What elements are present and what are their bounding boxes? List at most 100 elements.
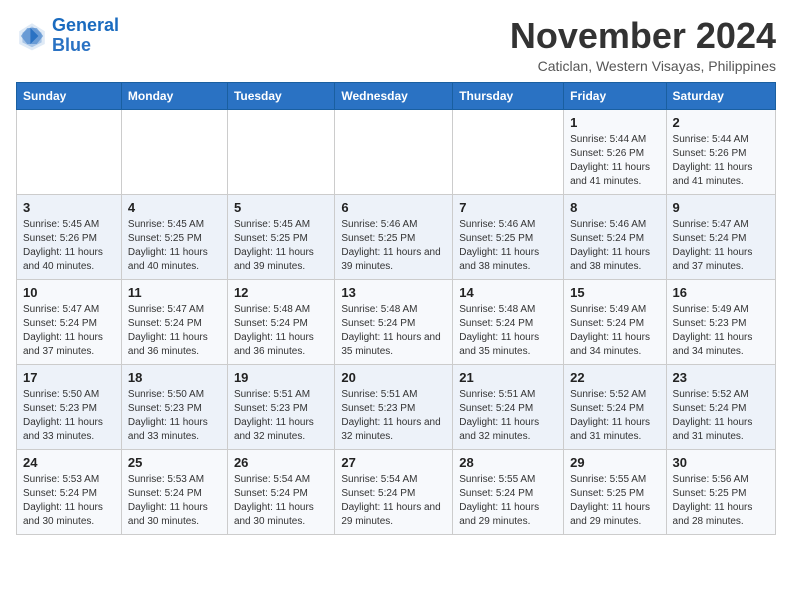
weekday-header-cell: Monday <box>121 82 227 109</box>
day-info: Sunrise: 5:50 AM Sunset: 5:23 PM Dayligh… <box>23 388 115 444</box>
day-number: 25 <box>128 455 221 470</box>
calendar-day-cell: 11 Sunrise: 5:47 AM Sunset: 5:24 PM Dayli… <box>121 279 227 364</box>
day-number: 30 <box>673 455 769 470</box>
day-info: Sunrise: 5:47 AM Sunset: 5:24 PM Dayligh… <box>23 303 115 359</box>
calendar-day-cell: 3 Sunrise: 5:45 AM Sunset: 5:26 PM Daylig… <box>17 194 122 279</box>
calendar-day-cell: 27Sunrise: 5:54 AM Sunset: 5:24 PM Dayli… <box>335 449 453 534</box>
day-number: 17 <box>23 370 115 385</box>
calendar-week-row: 24Sunrise: 5:53 AM Sunset: 5:24 PM Dayli… <box>17 449 776 534</box>
logo: General Blue <box>16 16 119 56</box>
page-header: General Blue November 2024 Caticlan, Wes… <box>16 16 776 74</box>
calendar-day-cell: 30 Sunrise: 5:56 AM Sunset: 5:25 PM Dayli… <box>666 449 775 534</box>
title-block: November 2024 Caticlan, Western Visayas,… <box>510 16 776 74</box>
calendar-day-cell: 21 Sunrise: 5:51 AM Sunset: 5:24 PM Dayli… <box>453 364 564 449</box>
day-info: Sunrise: 5:44 AM Sunset: 5:26 PM Dayligh… <box>570 133 659 189</box>
day-info: Sunrise: 5:51 AM Sunset: 5:23 PM Dayligh… <box>341 388 446 444</box>
day-info: Sunrise: 5:49 AM Sunset: 5:24 PM Dayligh… <box>570 303 659 359</box>
calendar-day-cell: 9 Sunrise: 5:47 AM Sunset: 5:24 PM Daylig… <box>666 194 775 279</box>
day-info: Sunrise: 5:47 AM Sunset: 5:24 PM Dayligh… <box>673 218 769 274</box>
calendar-day-cell: 16 Sunrise: 5:49 AM Sunset: 5:23 PM Dayli… <box>666 279 775 364</box>
day-number: 13 <box>341 285 446 300</box>
calendar-day-cell: 12 Sunrise: 5:48 AM Sunset: 5:24 PM Dayli… <box>227 279 334 364</box>
day-info: Sunrise: 5:54 AM Sunset: 5:24 PM Dayligh… <box>234 473 328 529</box>
day-info: Sunrise: 5:44 AM Sunset: 5:26 PM Dayligh… <box>673 133 769 189</box>
calendar-day-cell: 25 Sunrise: 5:53 AM Sunset: 5:24 PM Dayli… <box>121 449 227 534</box>
day-number: 4 <box>128 200 221 215</box>
calendar-day-cell: 14 Sunrise: 5:48 AM Sunset: 5:24 PM Dayli… <box>453 279 564 364</box>
day-number: 15 <box>570 285 659 300</box>
calendar-day-cell: 22 Sunrise: 5:52 AM Sunset: 5:24 PM Dayli… <box>564 364 666 449</box>
day-number: 19 <box>234 370 328 385</box>
calendar-day-cell: 23Sunrise: 5:52 AM Sunset: 5:24 PM Dayli… <box>666 364 775 449</box>
day-number: 27 <box>341 455 446 470</box>
day-number: 16 <box>673 285 769 300</box>
calendar-day-cell: 26 Sunrise: 5:54 AM Sunset: 5:24 PM Dayli… <box>227 449 334 534</box>
calendar-day-cell: 13 Sunrise: 5:48 AM Sunset: 5:24 PM Dayli… <box>335 279 453 364</box>
day-info: Sunrise: 5:46 AM Sunset: 5:25 PM Dayligh… <box>341 218 446 274</box>
calendar-table: SundayMondayTuesdayWednesdayThursdayFrid… <box>16 82 776 535</box>
day-number: 5 <box>234 200 328 215</box>
day-info: Sunrise: 5:49 AM Sunset: 5:23 PM Dayligh… <box>673 303 769 359</box>
calendar-day-cell <box>335 109 453 194</box>
calendar-day-cell: 24Sunrise: 5:53 AM Sunset: 5:24 PM Dayli… <box>17 449 122 534</box>
day-number: 14 <box>459 285 557 300</box>
calendar-day-cell: 15 Sunrise: 5:49 AM Sunset: 5:24 PM Dayli… <box>564 279 666 364</box>
calendar-day-cell <box>227 109 334 194</box>
day-info: Sunrise: 5:52 AM Sunset: 5:24 PM Dayligh… <box>570 388 659 444</box>
day-number: 11 <box>128 285 221 300</box>
day-info: Sunrise: 5:45 AM Sunset: 5:25 PM Dayligh… <box>128 218 221 274</box>
weekday-header-cell: Thursday <box>453 82 564 109</box>
day-info: Sunrise: 5:56 AM Sunset: 5:25 PM Dayligh… <box>673 473 769 529</box>
logo-line1: General <box>52 15 119 35</box>
calendar-day-cell: 10 Sunrise: 5:47 AM Sunset: 5:24 PM Dayli… <box>17 279 122 364</box>
day-number: 10 <box>23 285 115 300</box>
day-number: 21 <box>459 370 557 385</box>
weekday-header-cell: Wednesday <box>335 82 453 109</box>
calendar-body: 1 Sunrise: 5:44 AM Sunset: 5:26 PM Daylig… <box>17 109 776 534</box>
calendar-day-cell: 5Sunrise: 5:45 AM Sunset: 5:25 PM Daylig… <box>227 194 334 279</box>
calendar-day-cell: 18 Sunrise: 5:50 AM Sunset: 5:23 PM Dayli… <box>121 364 227 449</box>
day-number: 20 <box>341 370 446 385</box>
day-info: Sunrise: 5:45 AM Sunset: 5:26 PM Dayligh… <box>23 218 115 274</box>
calendar-week-row: 3 Sunrise: 5:45 AM Sunset: 5:26 PM Daylig… <box>17 194 776 279</box>
calendar-day-cell: 29Sunrise: 5:55 AM Sunset: 5:25 PM Dayli… <box>564 449 666 534</box>
day-number: 8 <box>570 200 659 215</box>
weekday-header-cell: Sunday <box>17 82 122 109</box>
day-number: 3 <box>23 200 115 215</box>
calendar-week-row: 1 Sunrise: 5:44 AM Sunset: 5:26 PM Daylig… <box>17 109 776 194</box>
day-number: 28 <box>459 455 557 470</box>
calendar-day-cell <box>121 109 227 194</box>
calendar-day-cell: 8 Sunrise: 5:46 AM Sunset: 5:24 PM Daylig… <box>564 194 666 279</box>
day-info: Sunrise: 5:46 AM Sunset: 5:25 PM Dayligh… <box>459 218 557 274</box>
day-number: 12 <box>234 285 328 300</box>
day-info: Sunrise: 5:48 AM Sunset: 5:24 PM Dayligh… <box>459 303 557 359</box>
day-info: Sunrise: 5:50 AM Sunset: 5:23 PM Dayligh… <box>128 388 221 444</box>
day-number: 26 <box>234 455 328 470</box>
day-number: 22 <box>570 370 659 385</box>
calendar-day-cell: 1 Sunrise: 5:44 AM Sunset: 5:26 PM Daylig… <box>564 109 666 194</box>
day-info: Sunrise: 5:55 AM Sunset: 5:24 PM Dayligh… <box>459 473 557 529</box>
logo-text: General Blue <box>52 16 119 56</box>
day-info: Sunrise: 5:47 AM Sunset: 5:24 PM Dayligh… <box>128 303 221 359</box>
day-number: 9 <box>673 200 769 215</box>
weekday-header-cell: Tuesday <box>227 82 334 109</box>
day-info: Sunrise: 5:46 AM Sunset: 5:24 PM Dayligh… <box>570 218 659 274</box>
day-info: Sunrise: 5:53 AM Sunset: 5:24 PM Dayligh… <box>128 473 221 529</box>
day-number: 1 <box>570 115 659 130</box>
day-info: Sunrise: 5:53 AM Sunset: 5:24 PM Dayligh… <box>23 473 115 529</box>
day-info: Sunrise: 5:48 AM Sunset: 5:24 PM Dayligh… <box>341 303 446 359</box>
day-number: 7 <box>459 200 557 215</box>
day-info: Sunrise: 5:48 AM Sunset: 5:24 PM Dayligh… <box>234 303 328 359</box>
day-number: 29 <box>570 455 659 470</box>
day-number: 6 <box>341 200 446 215</box>
calendar-day-cell: 7 Sunrise: 5:46 AM Sunset: 5:25 PM Daylig… <box>453 194 564 279</box>
weekday-header-cell: Friday <box>564 82 666 109</box>
day-info: Sunrise: 5:51 AM Sunset: 5:23 PM Dayligh… <box>234 388 328 444</box>
day-info: Sunrise: 5:51 AM Sunset: 5:24 PM Dayligh… <box>459 388 557 444</box>
calendar-day-cell <box>17 109 122 194</box>
logo-line2: Blue <box>52 35 91 55</box>
day-info: Sunrise: 5:52 AM Sunset: 5:24 PM Dayligh… <box>673 388 769 444</box>
month-title: November 2024 <box>510 16 776 56</box>
day-number: 18 <box>128 370 221 385</box>
calendar-day-cell: 17 Sunrise: 5:50 AM Sunset: 5:23 PM Dayli… <box>17 364 122 449</box>
